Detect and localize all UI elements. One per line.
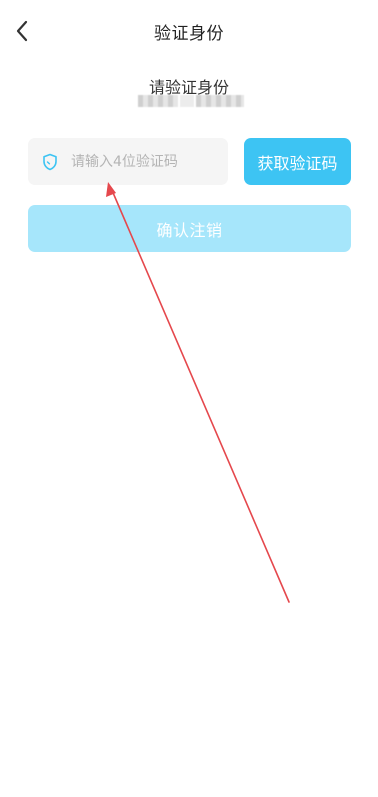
- annotation-arrow: [106, 182, 290, 603]
- masked-phone-number: [138, 95, 246, 107]
- mask-block: [196, 95, 244, 107]
- verification-code-input[interactable]: [69, 152, 223, 171]
- shield-icon: [41, 153, 59, 171]
- get-code-button[interactable]: 获取验证码: [244, 138, 351, 185]
- confirm-cancel-account-button[interactable]: 确认注销: [28, 205, 351, 252]
- verification-code-field[interactable]: [28, 138, 228, 185]
- top-bar: 验证身份: [0, 0, 378, 62]
- page-title: 验证身份: [154, 24, 224, 44]
- mask-block: [138, 95, 178, 107]
- mask-block: [180, 95, 194, 107]
